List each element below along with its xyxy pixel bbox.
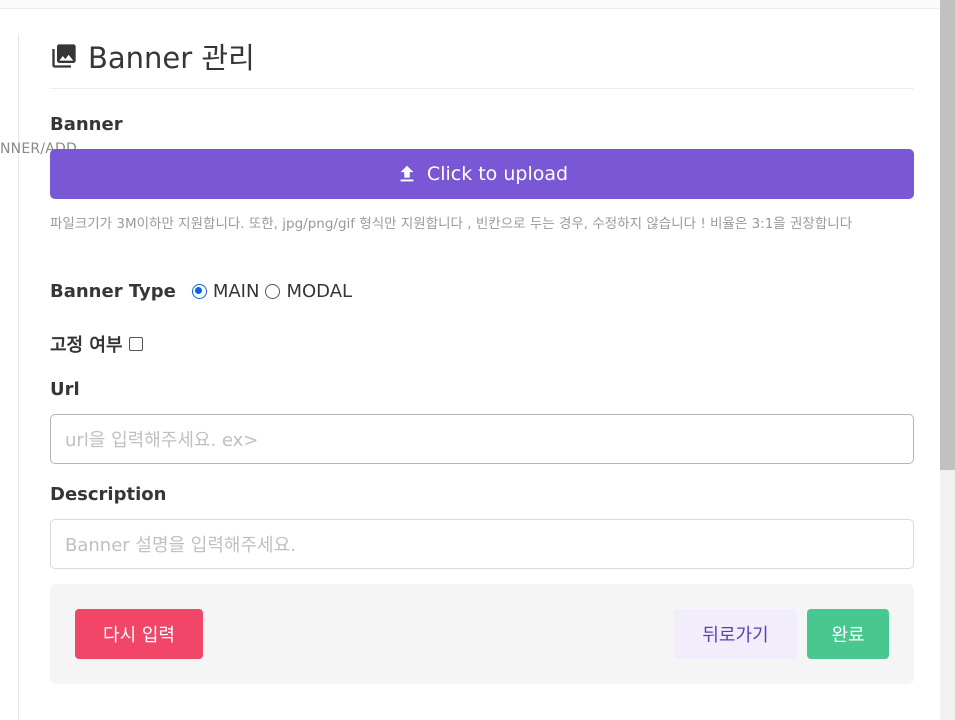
top-bar	[0, 0, 940, 9]
reset-button[interactable]: 다시 입력	[75, 609, 203, 659]
upload-button[interactable]: Click to upload	[50, 149, 914, 199]
description-label: Description	[50, 484, 167, 505]
banner-type-label: Banner Type	[50, 280, 176, 302]
description-input[interactable]: Banner 설명을 입력해주세요.	[50, 519, 914, 569]
url-placeholder: url을 입력해주세요. ex>	[65, 430, 259, 451]
title-divider	[50, 88, 914, 89]
fixed-group: 고정 여부	[50, 331, 143, 357]
fixed-label: 고정 여부	[50, 335, 123, 356]
upload-icon	[396, 163, 418, 185]
upload-help-text: 파일크기가 3M이하만 지원합니다. 또한, jpg/png/gif 형식만 지…	[50, 216, 853, 232]
image-icon	[50, 42, 78, 70]
banner-label: Banner	[50, 114, 123, 135]
fixed-checkbox[interactable]	[128, 337, 143, 351]
banner-type-group: Banner Type MAIN MODAL	[50, 278, 358, 304]
radio-modal[interactable]: MODAL	[265, 281, 352, 302]
page-title: Banner 관리	[50, 36, 255, 76]
description-placeholder: Banner 설명을 입력해주세요.	[65, 535, 296, 556]
done-button[interactable]: 완료	[807, 609, 889, 659]
radio-modal-circle[interactable]	[265, 283, 281, 299]
radio-main[interactable]: MAIN	[191, 280, 260, 302]
radio-main-label: MAIN	[212, 280, 260, 302]
upload-button-label: Click to upload	[426, 163, 569, 185]
sidebar-divider	[18, 34, 19, 720]
page-title-text: Banner 관리	[88, 41, 255, 75]
radio-main-circle[interactable]	[191, 283, 207, 299]
vertical-scrollbar[interactable]	[940, 0, 955, 720]
back-button[interactable]: 뒤로가기	[674, 609, 797, 659]
action-bar: 다시 입력 뒤로가기 완료	[50, 584, 914, 684]
scrollbar-thumb[interactable]	[940, 0, 955, 470]
radio-modal-label: MODAL	[286, 280, 353, 302]
url-input[interactable]: url을 입력해주세요. ex>	[50, 414, 914, 464]
url-label: Url	[50, 379, 80, 400]
